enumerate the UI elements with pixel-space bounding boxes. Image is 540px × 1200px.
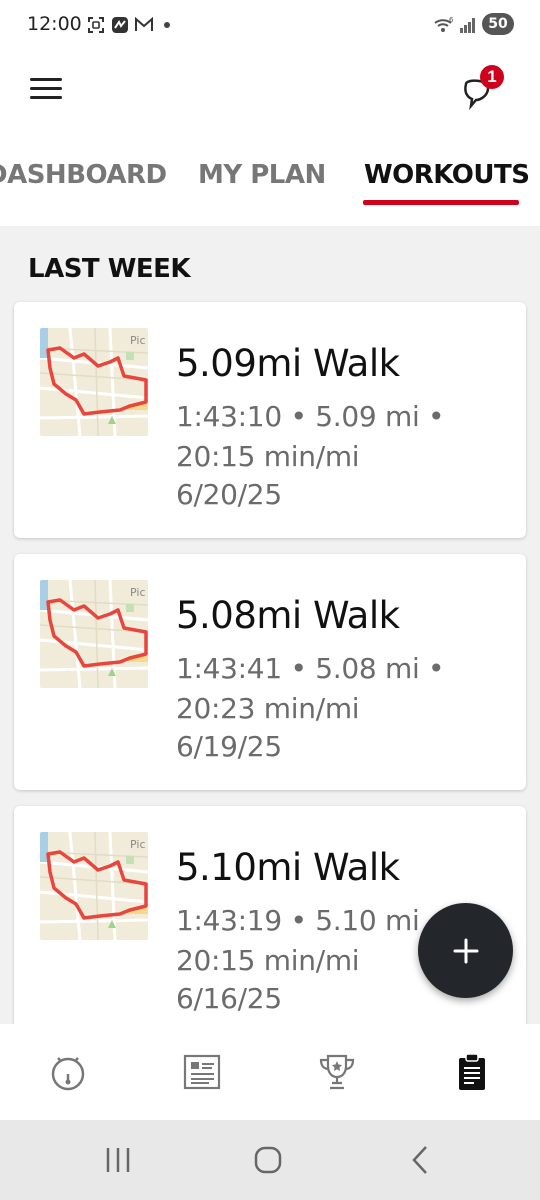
dot-icon: [162, 14, 172, 36]
section-title: LAST WEEK: [28, 254, 191, 284]
route-map-thumbnail: Pic: [40, 328, 148, 436]
route-map-thumbnail: Pic: [40, 832, 148, 940]
tab-workouts[interactable]: WORKOUTS: [364, 160, 530, 190]
workout-title: 5.10mi Walk: [176, 846, 400, 889]
workout-pace: 20:15 min/mi: [176, 944, 360, 977]
nav-challenges[interactable]: [311, 1046, 363, 1098]
recent-apps-icon: [106, 1148, 130, 1172]
bottom-navigation: [0, 1024, 540, 1120]
workout-title: 5.09mi Walk: [176, 342, 400, 385]
stopwatch-icon: [51, 1057, 85, 1091]
screenshot-icon: [86, 14, 106, 36]
workout-card[interactable]: Pic 5.09mi Walk 1:43:10 • 5.09 mi • 20:1…: [14, 302, 526, 538]
tab-my-plan[interactable]: MY PLAN: [198, 160, 326, 190]
nav-plan[interactable]: [176, 1046, 228, 1098]
nav-record[interactable]: [42, 1046, 94, 1098]
workout-title: 5.08mi Walk: [176, 594, 400, 637]
svg-text:Pic: Pic: [130, 334, 146, 347]
clipboard-icon: [459, 1053, 485, 1090]
add-workout-button[interactable]: [418, 903, 513, 998]
home-button[interactable]: [243, 1140, 293, 1180]
app-notification-icon: [110, 14, 130, 36]
workout-card[interactable]: Pic 5.08mi Walk 1:43:41 • 5.08 mi • 20:2…: [14, 554, 526, 790]
notifications-button[interactable]: 1: [458, 64, 508, 114]
tab-bar: DASHBOARD MY PLAN WORKOUTS: [0, 130, 540, 226]
status-bar: 12:00 6 50: [0, 0, 540, 50]
back-icon: [412, 1146, 427, 1174]
nav-workouts[interactable]: [446, 1046, 498, 1098]
menu-button[interactable]: [26, 72, 66, 106]
gmail-icon: [134, 14, 154, 36]
system-navigation-bar: [0, 1120, 540, 1200]
svg-text:Pic: Pic: [130, 838, 146, 851]
back-button[interactable]: [395, 1140, 445, 1180]
status-time: 12:00: [27, 13, 82, 35]
battery-indicator: 50: [482, 13, 514, 35]
tab-dashboard[interactable]: DASHBOARD: [0, 160, 167, 190]
notification-count-badge: 1: [480, 65, 504, 89]
recent-apps-button[interactable]: [93, 1140, 143, 1180]
training-plan-icon: [183, 1054, 221, 1090]
workout-stats: 1:43:19 • 5.10 mi •: [176, 904, 445, 937]
signal-icon: [458, 14, 478, 36]
svg-text:6: 6: [449, 16, 454, 24]
active-tab-indicator: [363, 200, 519, 205]
wifi-icon: 6: [433, 14, 455, 36]
workout-date: 6/19/25: [176, 730, 282, 763]
svg-text:Pic: Pic: [130, 586, 146, 599]
workout-stats: 1:43:10 • 5.09 mi •: [176, 400, 445, 433]
app-bar: 1: [0, 50, 540, 130]
home-icon: [254, 1146, 282, 1174]
workout-pace: 20:23 min/mi: [176, 692, 360, 725]
route-map-thumbnail: Pic: [40, 580, 148, 688]
workout-date: 6/20/25: [176, 478, 282, 511]
plus-icon: [453, 938, 478, 963]
trophy-icon: [319, 1054, 355, 1090]
workout-pace: 20:15 min/mi: [176, 440, 360, 473]
workout-stats: 1:43:41 • 5.08 mi •: [176, 652, 445, 685]
workout-date: 6/16/25: [176, 982, 282, 1015]
